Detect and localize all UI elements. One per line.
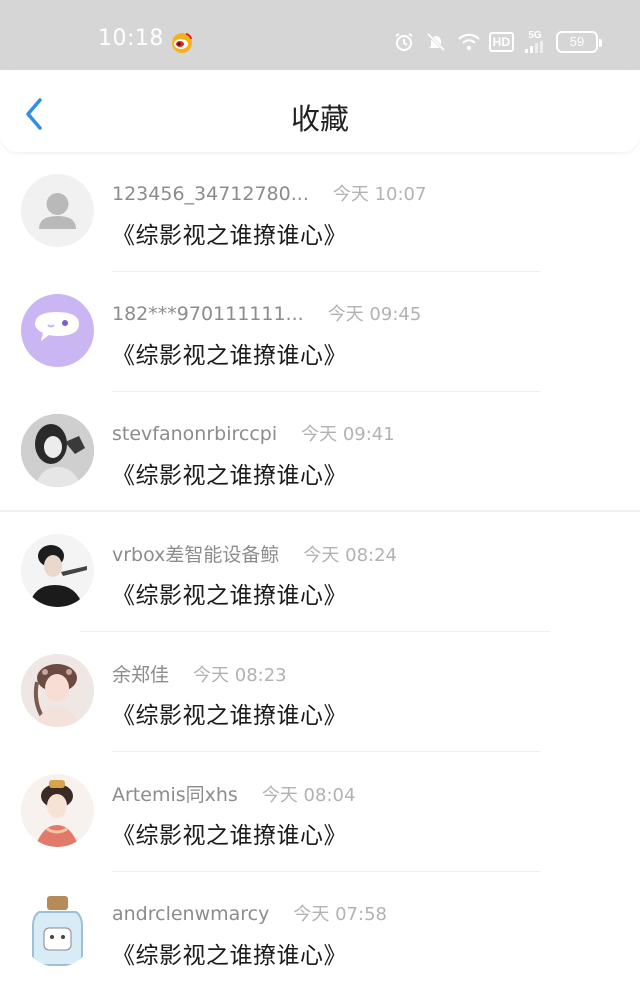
- nav-bar: 收藏: [0, 70, 640, 152]
- item-title[interactable]: 《综影视之谁撩谁心》: [112, 216, 347, 250]
- avatar: [21, 414, 94, 487]
- avatar: [21, 534, 94, 607]
- network-label: 5G: [528, 30, 542, 41]
- username[interactable]: Artemis同xhs: [112, 780, 238, 807]
- timestamp: 今天 08:04: [261, 785, 356, 806]
- avatar: [21, 774, 94, 847]
- user-photo-icon: [21, 534, 94, 607]
- user-photo-icon: [21, 414, 94, 487]
- battery-icon: 59: [556, 31, 602, 53]
- item-title[interactable]: 《综影视之谁撩谁心》: [112, 816, 347, 850]
- timestamp: 今天 09:45: [327, 304, 422, 325]
- item-title[interactable]: 《综影视之谁撩谁心》: [112, 576, 347, 610]
- item-title[interactable]: 《综影视之谁撩谁心》: [112, 696, 347, 730]
- timestamp: 今天 08:23: [193, 665, 287, 686]
- avatar: [21, 174, 94, 247]
- avatar: [21, 894, 94, 967]
- list-item[interactable]: 123456_34712780... 今天 10:07 《综影视之谁撩谁心》: [0, 152, 640, 272]
- page-title: 收藏: [290, 102, 349, 136]
- list-item[interactable]: 182***970111111... 今天 09:45 《综影视之谁撩谁心》: [0, 272, 640, 392]
- wifi-icon: [457, 31, 480, 53]
- hd-icon: HD: [488, 32, 514, 52]
- avatar: [21, 654, 94, 727]
- item-title[interactable]: 《综影视之谁撩谁心》: [112, 336, 347, 370]
- list-item[interactable]: vrbox差智能设备鲸 今天 08:24 《综影视之谁撩谁心》: [0, 512, 640, 632]
- signal-icon: 5G: [524, 31, 546, 53]
- jar-avatar-icon: [21, 894, 94, 967]
- status-time: 10:18: [98, 26, 164, 51]
- favorites-list: 123456_34712780... 今天 10:07 《综影视之谁撩谁心》 1…: [0, 152, 640, 992]
- chat-bubble-icon: [35, 312, 79, 341]
- username[interactable]: vrbox差智能设备鲸: [112, 540, 279, 567]
- weibo-icon: [170, 31, 194, 53]
- timestamp: 今天 07:58: [293, 904, 387, 925]
- list-item[interactable]: andrclenwmarcy 今天 07:58 《综影视之谁撩谁心》: [0, 872, 640, 992]
- battery-level: 59: [569, 34, 585, 49]
- alarm-icon: [393, 31, 415, 53]
- username[interactable]: 182***970111111...: [112, 303, 304, 325]
- username[interactable]: 123456_34712780...: [112, 183, 309, 205]
- default-avatar-icon: [39, 193, 76, 229]
- illustration-avatar-icon: [21, 654, 94, 727]
- status-bar: 10:18 HD 5G 59: [0, 0, 640, 70]
- list-item[interactable]: Artemis同xhs 今天 08:04 《综影视之谁撩谁心》: [0, 752, 640, 872]
- avatar: [21, 294, 94, 367]
- item-title[interactable]: 《综影视之谁撩谁心》: [112, 936, 347, 970]
- mute-icon: [425, 31, 447, 53]
- timestamp: 今天 09:41: [301, 424, 395, 445]
- username[interactable]: andrclenwmarcy: [112, 903, 269, 925]
- timestamp: 今天 08:24: [303, 545, 398, 566]
- illustration-avatar-icon: [21, 774, 94, 847]
- list-item[interactable]: 余郑佳 今天 08:23 《综影视之谁撩谁心》: [0, 632, 640, 752]
- item-title[interactable]: 《综影视之谁撩谁心》: [112, 456, 347, 490]
- list-item[interactable]: stevfanonrbirccpi 今天 09:41 《综影视之谁撩谁心》: [0, 392, 640, 512]
- username[interactable]: stevfanonrbirccpi: [112, 423, 277, 445]
- username[interactable]: 余郑佳: [112, 660, 169, 687]
- timestamp: 今天 10:07: [332, 184, 427, 205]
